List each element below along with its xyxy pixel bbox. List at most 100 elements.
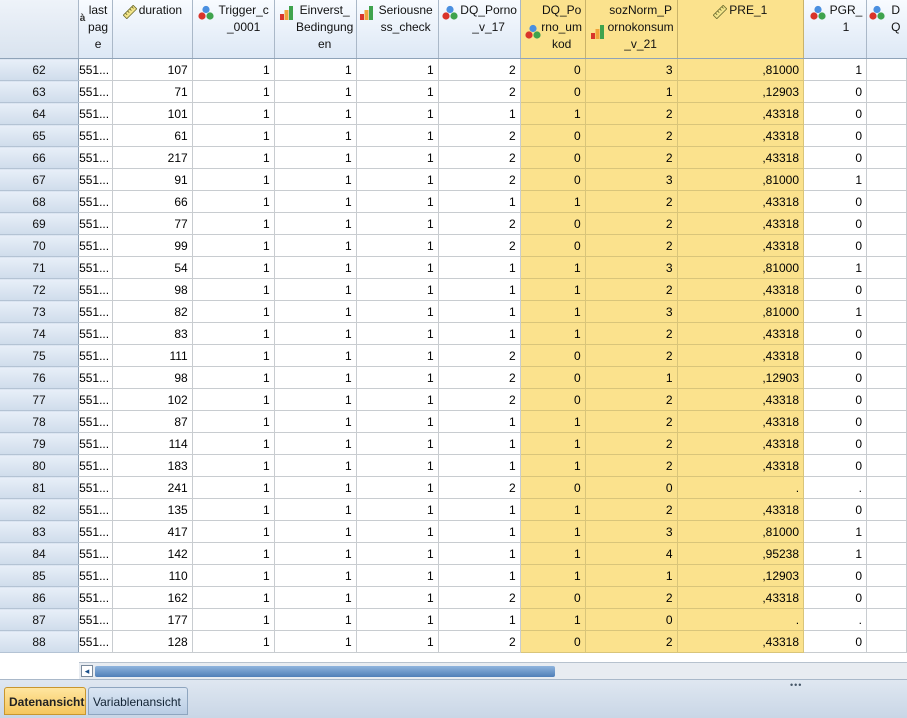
cell-lastpage[interactable]: 551... [78, 630, 114, 653]
cell-seriousness[interactable]: 1 [356, 322, 439, 345]
cell-pre1[interactable]: ,43318 [677, 630, 805, 653]
cell-pgr1[interactable]: 0 [803, 212, 867, 235]
cell-lastpage[interactable]: 551... [78, 454, 114, 477]
cell-pgr1[interactable]: 0 [803, 586, 867, 609]
cell-lastpage[interactable]: 551... [78, 124, 114, 147]
column-header-dq-porno[interactable]: DQ_Porno_v_17 [438, 0, 521, 59]
cell-duration[interactable]: 71 [112, 80, 193, 103]
cell-pgr1[interactable]: 1 [803, 300, 867, 323]
cell-lastpage[interactable]: 551... [78, 168, 114, 191]
cell-lastpage[interactable]: 551... [78, 190, 114, 213]
cell-lastpage[interactable]: 551... [78, 344, 114, 367]
row-number[interactable]: 85 [0, 564, 80, 587]
cell-lastpage[interactable]: 551... [78, 498, 114, 521]
resize-grip[interactable]: ••• [790, 680, 802, 690]
cell-einverst[interactable]: 1 [274, 212, 357, 235]
cell-dq-porno-umkod[interactable]: 0 [520, 344, 586, 367]
row-number[interactable]: 62 [0, 58, 80, 81]
cell-soznorm[interactable]: 2 [585, 498, 678, 521]
cell-soznorm[interactable]: 3 [585, 58, 678, 81]
cell-einverst[interactable]: 1 [274, 410, 357, 433]
cell-seriousness[interactable]: 1 [356, 454, 439, 477]
cell-trigger[interactable]: 1 [192, 542, 275, 565]
cell-einverst[interactable]: 1 [274, 146, 357, 169]
cell-dq-porno[interactable]: 1 [438, 432, 521, 455]
cell-soznorm[interactable]: 2 [585, 388, 678, 411]
cell-dq[interactable] [866, 454, 907, 477]
cell-trigger[interactable]: 1 [192, 256, 275, 279]
cell-lastpage[interactable]: 551... [78, 278, 114, 301]
cell-dq-porno-umkod[interactable]: 0 [520, 58, 586, 81]
cell-einverst[interactable]: 1 [274, 608, 357, 631]
cell-dq-porno-umkod[interactable]: 1 [520, 322, 586, 345]
column-header-trigger[interactable]: Trigger_c_0001 [192, 0, 275, 59]
cell-duration[interactable]: 135 [112, 498, 193, 521]
cell-dq[interactable] [866, 80, 907, 103]
row-number[interactable]: 78 [0, 410, 80, 433]
cell-pgr1[interactable]: 0 [803, 234, 867, 257]
cell-duration[interactable]: 107 [112, 58, 193, 81]
cell-dq-porno[interactable]: 2 [438, 630, 521, 653]
column-header-dq-porno-umkod[interactable]: DQ_Porno_umkod [520, 0, 586, 59]
cell-trigger[interactable]: 1 [192, 278, 275, 301]
cell-dq[interactable] [866, 564, 907, 587]
cell-seriousness[interactable]: 1 [356, 168, 439, 191]
cell-dq-porno[interactable]: 2 [438, 124, 521, 147]
cell-dq-porno-umkod[interactable]: 0 [520, 476, 586, 499]
cell-duration[interactable]: 98 [112, 278, 193, 301]
cell-pgr1[interactable]: 0 [803, 146, 867, 169]
cell-dq-porno-umkod[interactable]: 0 [520, 630, 586, 653]
cell-pgr1[interactable]: 1 [803, 256, 867, 279]
cell-pre1[interactable]: ,43318 [677, 454, 805, 477]
cell-trigger[interactable]: 1 [192, 168, 275, 191]
cell-seriousness[interactable]: 1 [356, 212, 439, 235]
cell-lastpage[interactable]: 551... [78, 608, 114, 631]
cell-pgr1[interactable]: 0 [803, 344, 867, 367]
cell-einverst[interactable]: 1 [274, 476, 357, 499]
cell-dq-porno[interactable]: 2 [438, 344, 521, 367]
cell-einverst[interactable]: 1 [274, 432, 357, 455]
cell-pgr1[interactable]: 0 [803, 454, 867, 477]
cell-trigger[interactable]: 1 [192, 432, 275, 455]
cell-lastpage[interactable]: 551... [78, 256, 114, 279]
cell-duration[interactable]: 417 [112, 520, 193, 543]
row-number[interactable]: 75 [0, 344, 80, 367]
row-number[interactable]: 73 [0, 300, 80, 323]
cell-trigger[interactable]: 1 [192, 608, 275, 631]
cell-seriousness[interactable]: 1 [356, 80, 439, 103]
cell-dq[interactable] [866, 498, 907, 521]
cell-soznorm[interactable]: 2 [585, 190, 678, 213]
cell-dq[interactable] [866, 58, 907, 81]
cell-seriousness[interactable]: 1 [356, 344, 439, 367]
cell-dq-porno[interactable]: 1 [438, 322, 521, 345]
cell-soznorm[interactable]: 2 [585, 322, 678, 345]
cell-einverst[interactable]: 1 [274, 322, 357, 345]
cell-pgr1[interactable]: . [803, 608, 867, 631]
cell-dq-porno-umkod[interactable]: 0 [520, 212, 586, 235]
column-header-dq[interactable]: DQ [866, 0, 907, 59]
cell-soznorm[interactable]: 2 [585, 234, 678, 257]
cell-pre1[interactable]: ,43318 [677, 146, 805, 169]
cell-trigger[interactable]: 1 [192, 344, 275, 367]
cell-duration[interactable]: 61 [112, 124, 193, 147]
cell-pre1[interactable]: ,43318 [677, 344, 805, 367]
cell-duration[interactable]: 177 [112, 608, 193, 631]
cell-dq-porno[interactable]: 1 [438, 564, 521, 587]
cell-soznorm[interactable]: 1 [585, 564, 678, 587]
cell-einverst[interactable]: 1 [274, 102, 357, 125]
cell-dq-porno-umkod[interactable]: 1 [520, 432, 586, 455]
cell-lastpage[interactable]: 551... [78, 432, 114, 455]
cell-trigger[interactable]: 1 [192, 190, 275, 213]
cell-dq-porno-umkod[interactable]: 1 [520, 608, 586, 631]
cell-pre1[interactable]: ,43318 [677, 234, 805, 257]
cell-dq-porno[interactable]: 1 [438, 498, 521, 521]
cell-trigger[interactable]: 1 [192, 630, 275, 653]
cell-einverst[interactable]: 1 [274, 542, 357, 565]
cell-trigger[interactable]: 1 [192, 102, 275, 125]
cell-dq[interactable] [866, 300, 907, 323]
cell-dq[interactable] [866, 278, 907, 301]
cell-dq-porno-umkod[interactable]: 1 [520, 520, 586, 543]
row-number[interactable]: 86 [0, 586, 80, 609]
cell-trigger[interactable]: 1 [192, 234, 275, 257]
cell-soznorm[interactable]: 1 [585, 80, 678, 103]
